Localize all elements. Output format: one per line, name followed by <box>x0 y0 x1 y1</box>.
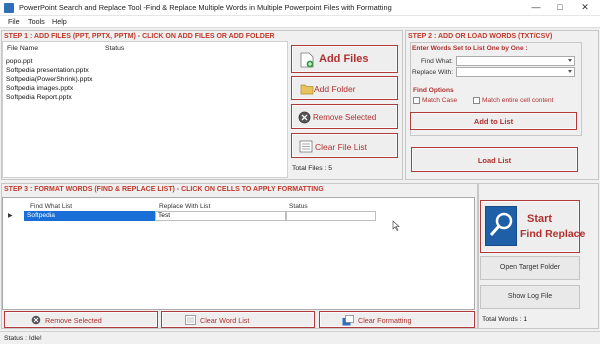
col-file-name: File Name <box>7 45 38 52</box>
status-text: Status : Idle! <box>4 335 42 342</box>
show-log-file-button[interactable]: Show Log File <box>480 285 580 309</box>
chevron-down-icon[interactable] <box>568 59 572 62</box>
open-target-folder-button[interactable]: Open Target Folder <box>480 256 580 280</box>
match-entire-cell-label: Match entire cell content <box>482 97 554 104</box>
match-case-checkbox[interactable] <box>413 97 420 104</box>
file-row[interactable]: Softpedia presentation.pptx <box>6 67 89 74</box>
add-files-button[interactable]: Add Files <box>291 45 398 73</box>
status-bar: Status : Idle! <box>0 331 600 344</box>
step3-header: STEP 3 : FORMAT WORDS (FIND & REPLACE LI… <box>4 186 324 193</box>
folder-icon <box>300 84 314 95</box>
start-label-line2: Find Replace <box>520 228 586 240</box>
add-file-icon <box>300 52 314 68</box>
add-to-list-button[interactable]: Add to List <box>410 112 577 130</box>
add-folder-button[interactable]: Add Folder <box>291 76 398 100</box>
add-folder-label: Add Folder <box>314 84 356 94</box>
menu-bar: File Tools Help <box>0 16 600 28</box>
chevron-down-icon[interactable] <box>568 70 572 73</box>
load-list-label: Load List <box>477 156 512 165</box>
remove-selected-files-button[interactable]: Remove Selected <box>291 104 398 129</box>
col-status: Status <box>105 45 125 52</box>
remove-icon <box>298 111 311 124</box>
clear-file-list-label: Clear File List <box>315 142 367 152</box>
remove-selected-words-button[interactable]: Remove Selected <box>4 311 158 328</box>
remove-selected-label: Remove Selected <box>313 113 377 122</box>
cell-find-what[interactable]: Softpedia <box>24 211 155 221</box>
total-files-count: Total Files : 5 <box>292 165 333 172</box>
add-files-label: Add Files <box>319 53 369 65</box>
clear-word-list-button[interactable]: Clear Word List <box>161 311 315 328</box>
find-options-label: Find Options <box>413 87 454 94</box>
step1-header: STEP 1 : ADD FILES (PPT, PPTX, PPTM) - C… <box>4 33 275 40</box>
col-status: Status <box>289 203 308 210</box>
file-row[interactable]: popo.ppt <box>6 58 32 65</box>
file-row[interactable]: Softpedia images.pptx <box>6 85 73 92</box>
start-label-line1: Start <box>527 213 553 225</box>
step2-header: STEP 2 : ADD OR LOAD WORDS (TXT/CSV) <box>408 33 553 40</box>
find-what-label: Find What: <box>421 58 453 65</box>
search-icon <box>485 206 517 246</box>
close-button[interactable]: ✕ <box>573 0 597 16</box>
word-grid[interactable]: Find What List Replace With List Status … <box>2 197 475 310</box>
menu-help[interactable]: Help <box>52 17 67 26</box>
load-list-button[interactable]: Load List <box>411 147 578 172</box>
file-list[interactable]: File Name Status popo.ppt Softpedia pres… <box>2 41 288 178</box>
clear-formatting-label: Clear Formatting <box>358 316 412 325</box>
clear-formatting-button[interactable]: Clear Formatting <box>319 311 475 328</box>
remove-icon <box>31 315 41 325</box>
minimize-button[interactable]: — <box>524 0 548 16</box>
replace-with-combo[interactable] <box>456 67 575 77</box>
title-bar: PowerPoint Search and Replace Tool -Find… <box>0 0 600 16</box>
cursor-icon <box>392 220 400 231</box>
replace-with-label: Replace With: <box>412 69 454 76</box>
window-title: PowerPoint Search and Replace Tool -Find… <box>19 3 392 12</box>
file-row[interactable]: Softpedia(PowerShrink).pptx <box>6 76 93 83</box>
total-words-count: Total Words : 1 <box>482 316 528 323</box>
clear-formatting-icon <box>342 315 354 326</box>
enter-words-label: Enter Words Set to List One by One : <box>412 45 528 52</box>
match-case-label: Match Case <box>422 97 458 104</box>
clear-file-list-button[interactable]: Clear File List <box>291 133 398 158</box>
file-row[interactable]: Softpedia Report.pptx <box>6 94 72 101</box>
col-find-what: Find What List <box>30 203 73 210</box>
match-entire-cell-checkbox[interactable] <box>473 97 480 104</box>
cell-replace-with[interactable]: Test <box>155 211 286 221</box>
menu-tools[interactable]: Tools <box>28 17 45 26</box>
clear-list-icon <box>185 315 196 325</box>
app-icon <box>4 3 14 13</box>
clear-word-list-label: Clear Word List <box>200 316 250 325</box>
add-to-list-label: Add to List <box>473 117 514 126</box>
row-pointer-icon: ▶ <box>8 213 13 219</box>
start-find-replace-button[interactable]: Start Find Replace <box>480 200 585 253</box>
maximize-button[interactable]: □ <box>548 0 572 16</box>
clear-list-icon <box>299 140 313 153</box>
cell-status[interactable] <box>286 211 376 221</box>
menu-file[interactable]: File <box>8 17 20 26</box>
col-replace-with: Replace With List <box>159 203 211 210</box>
find-what-combo[interactable] <box>456 56 575 66</box>
remove-selected-words-label: Remove Selected <box>45 316 102 325</box>
